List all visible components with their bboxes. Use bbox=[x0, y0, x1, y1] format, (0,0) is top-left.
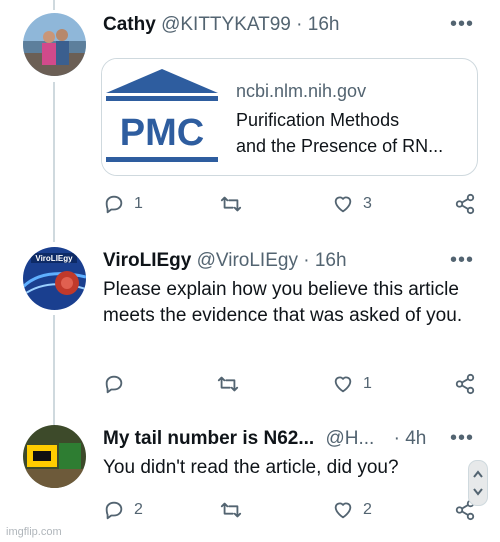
like-button[interactable]: 2 bbox=[332, 499, 372, 521]
display-name[interactable]: My tail number is N62... bbox=[103, 428, 314, 449]
user-handle[interactable]: @KITTYKAT99 bbox=[161, 14, 291, 35]
action-bar: 1 3 bbox=[103, 193, 478, 217]
like-button[interactable]: 1 bbox=[332, 373, 372, 395]
like-count: 3 bbox=[363, 195, 372, 212]
card-title-line: Purification Methods bbox=[236, 110, 400, 130]
reply-button[interactable]: 2 bbox=[103, 499, 143, 521]
avatar[interactable] bbox=[23, 13, 86, 76]
timestamp[interactable]: · 16h bbox=[296, 14, 339, 35]
scroll-arrows-icon bbox=[473, 470, 483, 496]
like-button[interactable]: 3 bbox=[332, 193, 372, 215]
scroll-handle[interactable] bbox=[468, 460, 488, 506]
card-domain: ncbi.nlm.nih.gov bbox=[236, 81, 367, 101]
link-card[interactable]: PMC ncbi.nlm.nih.gov Purification Method… bbox=[101, 58, 478, 176]
avatar-logo-text: ViroLIEgy bbox=[35, 254, 73, 263]
more-options-icon[interactable]: ••• bbox=[450, 249, 474, 272]
tweet-header: Cathy @KITTYKAT99 · 16h bbox=[103, 14, 339, 36]
share-icon bbox=[455, 193, 475, 215]
heart-icon bbox=[334, 376, 352, 393]
heart-icon bbox=[334, 502, 352, 519]
like-count: 2 bbox=[363, 501, 372, 518]
watermark: imgflip.com bbox=[6, 526, 62, 538]
tweet-viroliegy[interactable]: ViroLIEgy ViroLIEgy @ViroLIEgy · 16h •••… bbox=[0, 230, 500, 410]
like-count: 1 bbox=[363, 375, 372, 392]
tweet-text: You didn't read the article, did you? bbox=[103, 457, 399, 478]
more-options-icon[interactable]: ••• bbox=[450, 13, 474, 36]
reply-count: 1 bbox=[134, 195, 143, 212]
tweet-tail-number[interactable]: My tail number is N62... @H... · 4h ••• … bbox=[0, 410, 500, 542]
reply-button[interactable]: 1 bbox=[103, 193, 143, 215]
display-name[interactable]: ViroLIEgy bbox=[103, 250, 191, 271]
reply-icon bbox=[105, 195, 123, 214]
avatar[interactable] bbox=[23, 425, 86, 488]
retweet-button[interactable] bbox=[220, 193, 251, 215]
retweet-icon bbox=[220, 196, 242, 212]
user-handle[interactable]: @H... bbox=[325, 428, 374, 449]
timestamp[interactable]: · 16h bbox=[303, 250, 346, 271]
retweet-button[interactable] bbox=[220, 499, 251, 521]
reply-icon bbox=[105, 501, 123, 520]
tweet-text: Please explain how you believe this arti… bbox=[103, 279, 463, 326]
user-handle[interactable]: @ViroLIEgy bbox=[197, 250, 298, 271]
share-button[interactable] bbox=[454, 373, 476, 395]
tweet-cathy[interactable]: Cathy @KITTYKAT99 · 16h ••• PMC ncbi.nlm… bbox=[0, 0, 500, 230]
reply-count: 2 bbox=[134, 501, 143, 518]
avatar[interactable]: ViroLIEgy bbox=[23, 247, 86, 310]
pmc-logo-text: PMC bbox=[120, 112, 204, 154]
retweet-icon bbox=[217, 376, 239, 392]
card-title: Purification Methods and the Presence of… bbox=[236, 107, 466, 159]
retweet-icon bbox=[220, 502, 242, 518]
heart-icon bbox=[334, 196, 352, 213]
timestamp[interactable]: · 4h bbox=[394, 428, 427, 449]
card-title-line: and the Presence of RN... bbox=[236, 136, 444, 156]
display-name[interactable]: Cathy bbox=[103, 14, 156, 35]
share-button[interactable] bbox=[454, 193, 476, 215]
action-bar: 1 bbox=[103, 373, 478, 397]
tweet-header: My tail number is N62... @H... · 4h bbox=[103, 428, 426, 450]
card-thumbnail: PMC bbox=[102, 59, 227, 175]
action-bar: 2 2 bbox=[103, 499, 478, 523]
reply-button[interactable] bbox=[103, 373, 134, 395]
retweet-button[interactable] bbox=[217, 373, 248, 395]
more-options-icon[interactable]: ••• bbox=[450, 427, 474, 450]
tweet-header: ViroLIEgy @ViroLIEgy · 16h bbox=[103, 250, 347, 272]
share-icon bbox=[455, 373, 475, 395]
reply-icon bbox=[105, 375, 123, 394]
